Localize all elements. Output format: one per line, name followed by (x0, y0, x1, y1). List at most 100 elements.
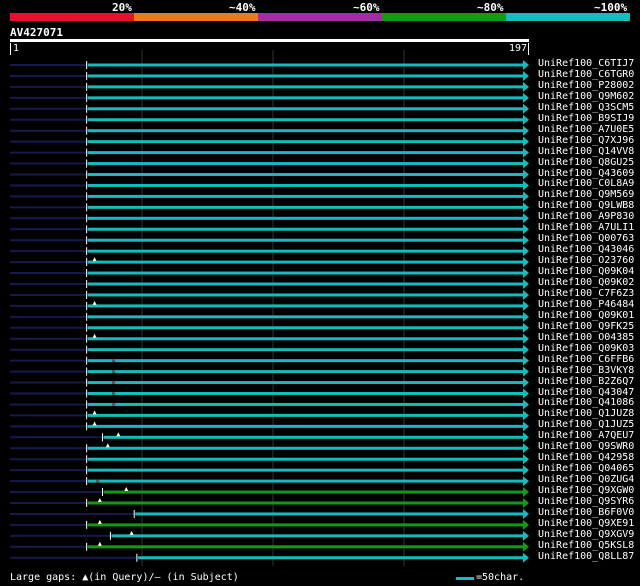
hit-bar[interactable] (87, 118, 525, 122)
hit-bar[interactable] (87, 173, 525, 176)
hit-bar[interactable] (111, 534, 524, 538)
hit-bar[interactable] (87, 304, 525, 308)
hit-label[interactable]: UniRef100_Q7XJ96 (538, 135, 634, 146)
subject-gap-marker (112, 392, 116, 395)
hit-label[interactable]: UniRef100_Q43609 (538, 168, 634, 179)
hit-label[interactable]: UniRef100_Q8GU25 (538, 157, 634, 168)
hit-bar[interactable] (87, 381, 525, 385)
hit-label[interactable]: UniRef100_C0L8A9 (538, 179, 634, 189)
hit-bar[interactable] (87, 107, 525, 111)
hit-bar[interactable] (87, 293, 525, 297)
hit-label[interactable]: UniRef100_Q0ZUG4 (538, 475, 634, 485)
hit-bar[interactable] (87, 129, 525, 133)
hit-label[interactable]: UniRef100_Q00763 (538, 234, 634, 244)
hit-bar[interactable] (103, 490, 525, 494)
hit-label[interactable]: UniRef100_A9P830 (538, 212, 634, 222)
hit-arrowhead (523, 498, 529, 508)
hit-bar[interactable] (87, 501, 525, 505)
hit-bar[interactable] (135, 512, 524, 516)
hit-label[interactable]: UniRef100_Q41086 (538, 398, 634, 408)
hit-label[interactable]: UniRef100_Q9XE91 (538, 518, 634, 529)
hit-bar[interactable] (87, 74, 525, 78)
hit-arrowhead (523, 213, 529, 224)
hit-bar[interactable] (87, 183, 525, 187)
hit-label[interactable]: UniRef100_B9SIJ9 (538, 113, 634, 124)
hit-bar[interactable] (87, 216, 525, 220)
hit-bar[interactable] (87, 370, 525, 374)
hit-bar[interactable] (87, 446, 525, 450)
hit-label[interactable]: UniRef100_A7ULI1 (538, 223, 634, 233)
hit-bar[interactable] (87, 424, 525, 428)
hit-label[interactable]: UniRef100_Q9M602 (538, 91, 634, 102)
hit-bar[interactable] (87, 392, 525, 395)
hit-bar[interactable] (87, 348, 525, 352)
hit-bar[interactable] (87, 337, 525, 341)
hit-bar[interactable] (87, 85, 525, 89)
hit-label[interactable]: UniRef100_Q9SYR6 (538, 497, 634, 507)
hit-label[interactable]: UniRef100_A7QEU7 (538, 431, 634, 441)
hit-label[interactable]: UniRef100_Q09K03 (538, 343, 634, 354)
hit-label[interactable]: UniRef100_P28002 (538, 80, 634, 91)
hit-label[interactable]: UniRef100_P46484 (538, 299, 634, 310)
hit-label[interactable]: UniRef100_Q14VV8 (538, 146, 634, 157)
hit-bar[interactable] (87, 402, 525, 406)
hit-bar[interactable] (87, 359, 525, 363)
hit-bar[interactable] (103, 435, 525, 439)
hit-bar[interactable] (87, 479, 525, 483)
hit-bar[interactable] (87, 205, 525, 209)
hit-label[interactable]: UniRef100_Q3SCM5 (538, 102, 634, 113)
hit-arrowhead (523, 552, 529, 563)
hit-label[interactable]: UniRef100_Q9FK25 (538, 321, 634, 332)
hit-bar[interactable] (87, 63, 525, 67)
hit-arrowhead (523, 70, 529, 81)
hit-label[interactable]: UniRef100_C7F6Z3 (538, 288, 634, 299)
hit-bar[interactable] (87, 468, 525, 472)
hit-label[interactable]: UniRef100_Q43047 (538, 387, 634, 398)
hit-bar[interactable] (87, 151, 525, 155)
hit-label[interactable]: UniRef100_Q42958 (538, 453, 634, 463)
hit-label[interactable]: UniRef100_Q1JUZ8 (538, 409, 634, 419)
hit-bar[interactable] (87, 282, 525, 286)
hit-label[interactable]: UniRef100_A7U0E5 (538, 124, 634, 135)
hit-bar[interactable] (87, 96, 525, 100)
hit-bar[interactable] (87, 413, 525, 417)
hit-bar[interactable] (87, 545, 525, 549)
hit-label[interactable]: UniRef100_Q9M569 (538, 190, 634, 200)
hit-label[interactable]: UniRef100_Q9LWB8 (538, 201, 634, 211)
hit-label[interactable]: UniRef100_C6TGR0 (538, 69, 634, 80)
hit-bar[interactable] (87, 523, 525, 527)
hit-label[interactable]: UniRef100_B3VKY8 (538, 365, 634, 376)
hit-bar[interactable] (87, 260, 525, 264)
hit-bar[interactable] (87, 249, 525, 253)
query-gap-marker (92, 421, 97, 426)
hit-label[interactable]: UniRef100_Q9XGV9 (538, 529, 634, 540)
hit-bar[interactable] (137, 556, 524, 560)
hit-bar[interactable] (87, 326, 525, 330)
hit-label[interactable]: UniRef100_Q43046 (538, 245, 634, 255)
hit-bar[interactable] (87, 315, 525, 319)
hit-label[interactable]: UniRef100_Q9SWR0 (538, 442, 634, 452)
hit-label[interactable]: UniRef100_C6TIJ7 (538, 59, 634, 69)
hit-bar[interactable] (87, 227, 525, 231)
hit-label[interactable]: UniRef100_B6F0V0 (538, 507, 634, 518)
hit-label[interactable]: UniRef100_O23760 (538, 256, 634, 266)
hit-bar[interactable] (87, 271, 525, 275)
hit-label[interactable]: UniRef100_Q09K01 (538, 310, 634, 321)
query-gap-marker (129, 530, 134, 535)
hit-label[interactable]: UniRef100_Q5KSL8 (538, 540, 634, 551)
hit-label[interactable]: UniRef100_Q1JUZ5 (538, 420, 634, 430)
hit-bar[interactable] (87, 140, 525, 144)
hit-label[interactable]: UniRef100_O04385 (538, 332, 634, 343)
hit-arrowhead (523, 169, 529, 180)
hit-label[interactable]: UniRef100_Q09K04 (538, 267, 634, 277)
hit-label[interactable]: UniRef100_Q04065 (538, 464, 634, 474)
hit-label[interactable]: UniRef100_Q09K02 (538, 278, 634, 288)
hit-bar[interactable] (87, 194, 525, 198)
hit-label[interactable]: UniRef100_C6FFB6 (538, 354, 634, 365)
hit-bar[interactable] (87, 162, 525, 166)
hit-label[interactable]: UniRef100_Q9XGW0 (538, 486, 634, 496)
hit-label[interactable]: UniRef100_Q8LL87 (538, 551, 634, 562)
hit-bar[interactable] (87, 457, 525, 461)
hit-label[interactable]: UniRef100_B2Z6Q7 (538, 376, 634, 387)
hit-bar[interactable] (87, 238, 525, 242)
